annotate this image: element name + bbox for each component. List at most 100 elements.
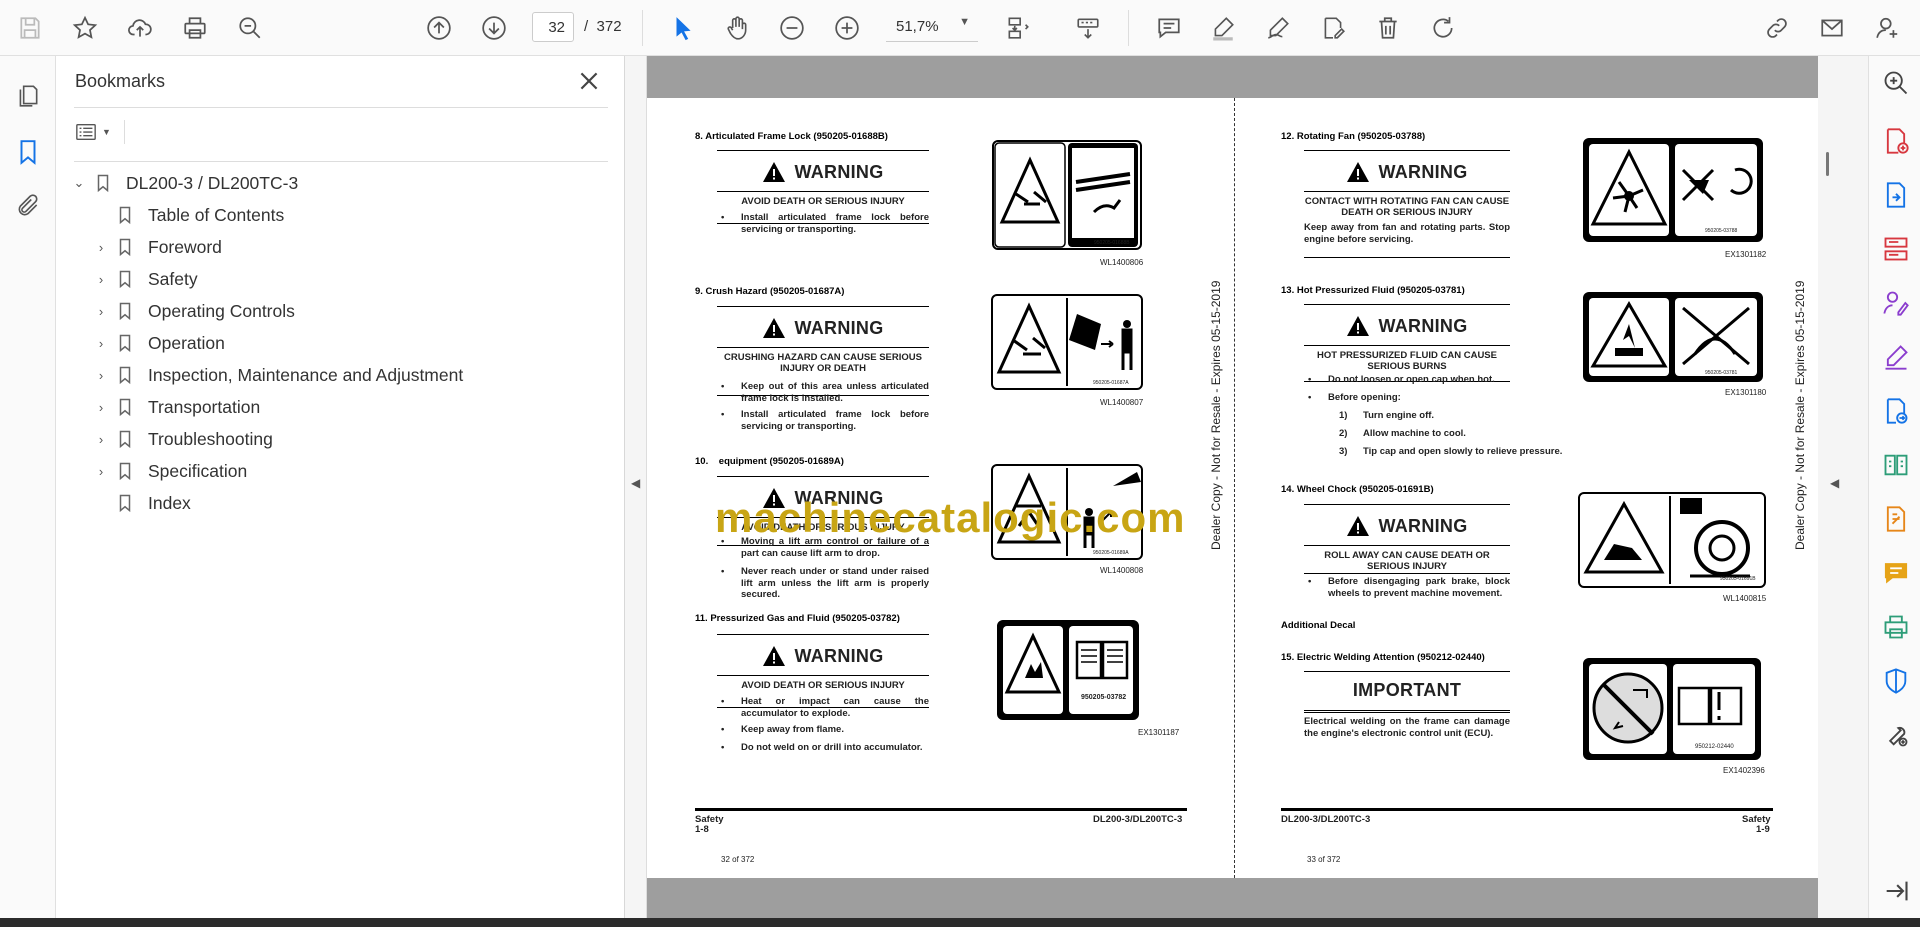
list-item: • Install articulated frame lock before s… — [721, 212, 929, 235]
comment-icon[interactable] — [1149, 8, 1189, 48]
bookmark-item-index[interactable]: Index — [112, 488, 191, 518]
bookmark-item-operating-controls[interactable]: › Operating Controls — [90, 296, 295, 326]
page-thumbnails-icon[interactable] — [8, 76, 48, 116]
save-icon[interactable] — [10, 8, 50, 48]
organize-pages-icon[interactable] — [1879, 232, 1913, 266]
bookmark-item-specification[interactable]: › Specification — [90, 456, 247, 486]
bookmark-item-inspection[interactable]: › Inspection, Maintenance and Adjustment — [90, 360, 463, 390]
main-toolbar: 32 / 372 51,7% ▼ — [0, 0, 1920, 56]
print-production-icon[interactable] — [1879, 610, 1913, 644]
bookmark-icon — [112, 332, 138, 354]
list-item: • Keep out of this area unless articulate… — [721, 381, 929, 404]
page-separator: / — [584, 18, 589, 35]
previous-page-icon[interactable] — [419, 8, 459, 48]
chevron-right-icon[interactable]: › — [90, 400, 112, 415]
zoom-out-icon[interactable] — [772, 8, 812, 48]
warning-triangle-icon — [1347, 516, 1370, 536]
attachments-icon[interactable] — [8, 186, 48, 226]
page-number-input[interactable]: 32 — [532, 12, 574, 42]
send-review-icon[interactable] — [1879, 394, 1913, 428]
bookmark-item-foreword[interactable]: › Foreword — [90, 232, 222, 262]
chevron-right-icon[interactable]: › — [90, 304, 112, 319]
wheel-chock-decal-icon — [1583, 496, 1750, 584]
page-fit-icon[interactable] — [998, 8, 1038, 48]
important-box: IMPORTANT — [1304, 671, 1510, 711]
list-options-icon — [76, 123, 96, 141]
cloud-upload-icon[interactable] — [120, 8, 160, 48]
next-page-icon[interactable] — [474, 8, 514, 48]
fill-sign-icon[interactable] — [1879, 340, 1913, 374]
protect-icon[interactable] — [1879, 664, 1913, 698]
chevron-right-icon[interactable]: › — [90, 272, 112, 287]
section-title: 14. Wheel Chock (950205-01691B) — [1281, 484, 1434, 495]
chevron-right-icon[interactable]: › — [90, 464, 112, 479]
close-icon[interactable] — [576, 68, 602, 94]
chevron-down-icon[interactable]: ⌄ — [68, 175, 90, 191]
scrollbar-thumb[interactable] — [1826, 152, 1829, 176]
select-cursor-icon[interactable] — [663, 8, 703, 48]
dealer-copy-note: Dealer Copy - Not for Resale - Expires 0… — [1209, 280, 1223, 550]
create-pdf-icon[interactable] — [1879, 124, 1913, 158]
comment-tool-icon[interactable] — [1879, 556, 1913, 590]
bookmark-item-operation[interactable]: › Operation — [90, 328, 225, 358]
number-label: 1) — [1339, 410, 1348, 421]
bookmark-options-button[interactable]: ▼ — [74, 118, 118, 146]
more-tools-icon[interactable] — [1879, 718, 1913, 752]
delete-icon[interactable] — [1368, 8, 1408, 48]
bookmark-item-root[interactable]: ⌄ DL200-3 / DL200TC-3 — [68, 168, 299, 198]
edit-text-icon[interactable] — [1313, 8, 1353, 48]
bullet: • — [721, 724, 725, 735]
chevron-left-icon[interactable]: ◀ — [631, 476, 640, 490]
panel-collapse-handle[interactable]: ◀ — [625, 56, 647, 918]
tools-rail — [1868, 56, 1920, 918]
number-label: 3) — [1339, 446, 1348, 457]
zoom-search-icon[interactable] — [1879, 66, 1913, 100]
export-pdf-icon[interactable] — [1879, 178, 1913, 212]
safety-decal-image: 950205-03781 — [1583, 292, 1763, 382]
left-nav-rail — [0, 56, 56, 918]
chevron-down-icon: ▼ — [102, 127, 111, 137]
warning-label: WARNING — [794, 645, 884, 666]
account-icon[interactable] — [1868, 8, 1908, 48]
document-viewer[interactable]: 8. Articulated Frame Lock (950205-01688B… — [647, 56, 1818, 918]
chevron-right-icon[interactable]: › — [90, 432, 112, 447]
print-icon[interactable] — [175, 8, 215, 48]
bookmark-item-table-of-contents[interactable]: Table of Contents — [112, 200, 284, 230]
zoom-level-select[interactable]: 51,7% ▼ — [886, 12, 978, 42]
bookmark-item-transportation[interactable]: › Transportation — [90, 392, 260, 422]
chevron-right-icon[interactable]: › — [90, 368, 112, 383]
chevron-right-icon[interactable]: › — [90, 336, 112, 351]
draw-icon[interactable] — [1258, 8, 1298, 48]
bookmark-item-troubleshooting[interactable]: › Troubleshooting — [90, 424, 273, 454]
bookmark-panel-icon[interactable] — [8, 132, 48, 172]
compare-files-icon[interactable] — [1879, 448, 1913, 482]
right-collapse-handle[interactable]: ◀ — [1818, 56, 1868, 918]
bookmark-icon — [112, 428, 138, 450]
bullet-text: Before opening: — [1328, 392, 1401, 403]
figure-reference: WL1400806 — [1100, 258, 1144, 267]
request-signatures-icon[interactable] — [1879, 286, 1913, 320]
collapse-tools-icon[interactable] — [1879, 874, 1913, 908]
redo-icon[interactable] — [1423, 8, 1463, 48]
warning-subtitle: CONTACT WITH ROTATING FAN CAN CAUSE DEAT… — [1304, 191, 1510, 218]
chevron-right-icon[interactable]: › — [90, 240, 112, 255]
search-icon[interactable] — [230, 8, 270, 48]
divider — [74, 107, 608, 108]
star-icon[interactable] — [65, 8, 105, 48]
warning-subtitle: AVOID DEATH OR SERIOUS INJURY — [717, 191, 929, 207]
bookmark-item-safety[interactable]: › Safety — [90, 264, 198, 294]
list-item: • Keep away from flame. — [721, 724, 929, 736]
bookmarks-title: Bookmarks — [75, 71, 166, 91]
bullet: • — [721, 566, 725, 577]
list-item: • Heat or impact can cause the accumulato… — [721, 696, 929, 719]
edit-pdf-icon[interactable] — [1879, 502, 1913, 536]
hand-tool-icon[interactable] — [717, 8, 757, 48]
scroll-mode-icon[interactable] — [1068, 8, 1108, 48]
number-label: 2) — [1339, 428, 1348, 439]
zoom-in-icon[interactable] — [827, 8, 867, 48]
taskbar-strip — [0, 918, 1920, 927]
chevron-left-icon[interactable]: ◀ — [1830, 476, 1839, 490]
highlight-icon[interactable] — [1203, 8, 1243, 48]
share-link-icon[interactable] — [1757, 8, 1797, 48]
email-icon[interactable] — [1812, 8, 1852, 48]
